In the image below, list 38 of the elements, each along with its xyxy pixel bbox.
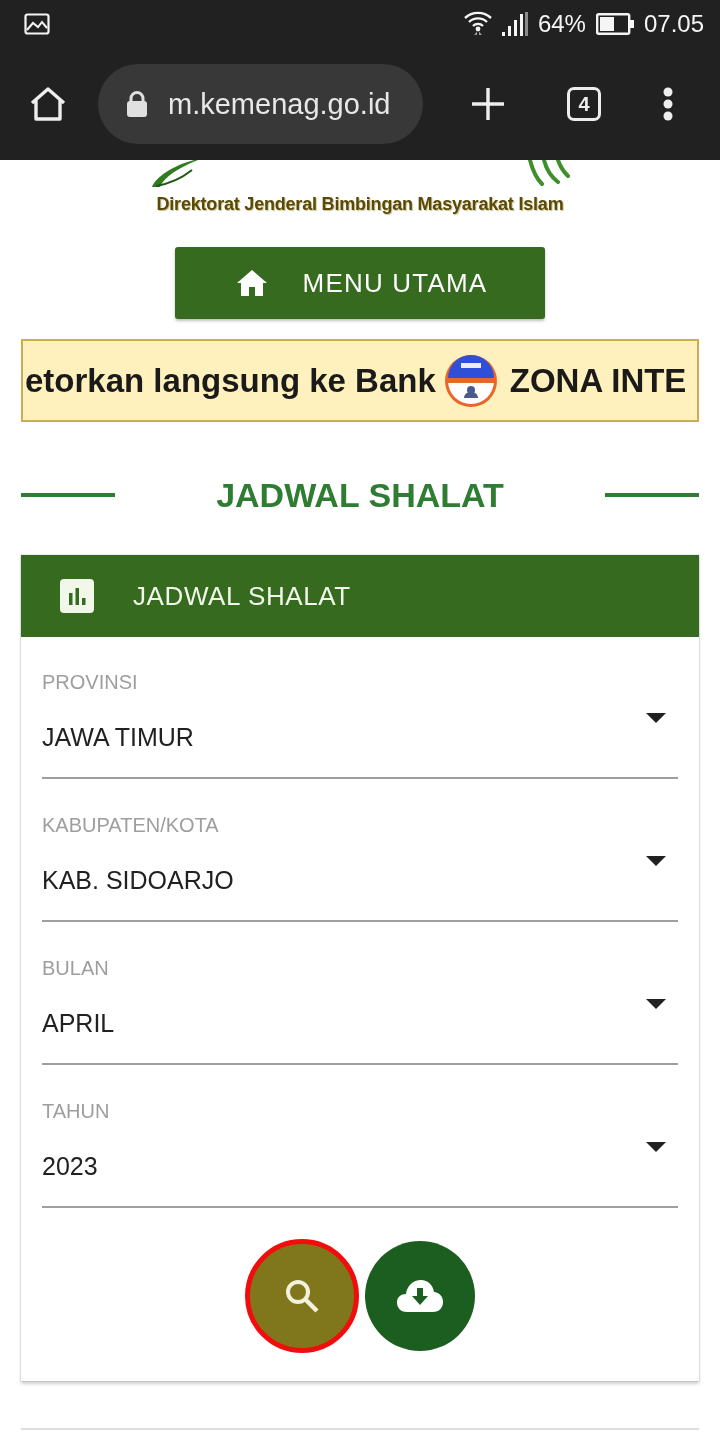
- battery-percent: 64%: [537, 10, 586, 38]
- url-text: m.kemenag.go.id: [168, 87, 391, 121]
- status-time: 07.05: [643, 10, 704, 38]
- field-label: TAHUN: [42, 1099, 110, 1123]
- caret-icon: [646, 856, 666, 866]
- cloud-download-icon: [397, 1280, 443, 1312]
- dropdown-field[interactable]: KAB. SIDOARJO: [42, 851, 678, 922]
- battery-icon: [595, 13, 634, 35]
- main-menu-button[interactable]: MENU UTAMA: [175, 247, 545, 319]
- dropdown-field[interactable]: 2023: [42, 1137, 678, 1208]
- url-bar[interactable]: m.kemenag.go.id: [98, 64, 423, 144]
- field-label: PROVINSI: [42, 670, 138, 694]
- card-title: JADWAL SHALAT: [133, 580, 351, 612]
- menu-button[interactable]: [663, 87, 673, 121]
- plus-icon: [471, 87, 505, 121]
- tab-switcher-button[interactable]: 4: [567, 87, 601, 121]
- dropdown-field[interactable]: JAWA TIMUR: [42, 708, 678, 779]
- ticker-text: ZONA INTE: [509, 361, 687, 400]
- field-label: KABUPATEN/KOTA: [42, 813, 219, 837]
- gallery-icon: [24, 13, 50, 35]
- ticker-text: etorkan langsung ke Bank: [25, 361, 436, 400]
- dropdown-field[interactable]: APRIL: [42, 994, 678, 1065]
- home-button[interactable]: [29, 86, 67, 122]
- field-label: BULAN: [42, 956, 109, 980]
- home-icon: [29, 86, 67, 122]
- search-icon: [285, 1279, 319, 1313]
- home-icon: [236, 270, 267, 296]
- bar-chart-icon: [60, 579, 94, 613]
- signal-icon: [501, 12, 528, 36]
- lock-icon: [126, 91, 148, 117]
- caret-icon: [646, 1142, 666, 1152]
- organization-name: Direktorat Jenderal Bimbingan Masyarakat Islam: [156, 193, 564, 216]
- section-title: JADWAL SHALAT: [215, 475, 505, 515]
- caret-icon: [646, 999, 666, 1009]
- caret-icon: [646, 713, 666, 723]
- emblem-icon: [443, 353, 498, 408]
- more-icon: [663, 87, 673, 121]
- new-tab-button[interactable]: [471, 87, 505, 121]
